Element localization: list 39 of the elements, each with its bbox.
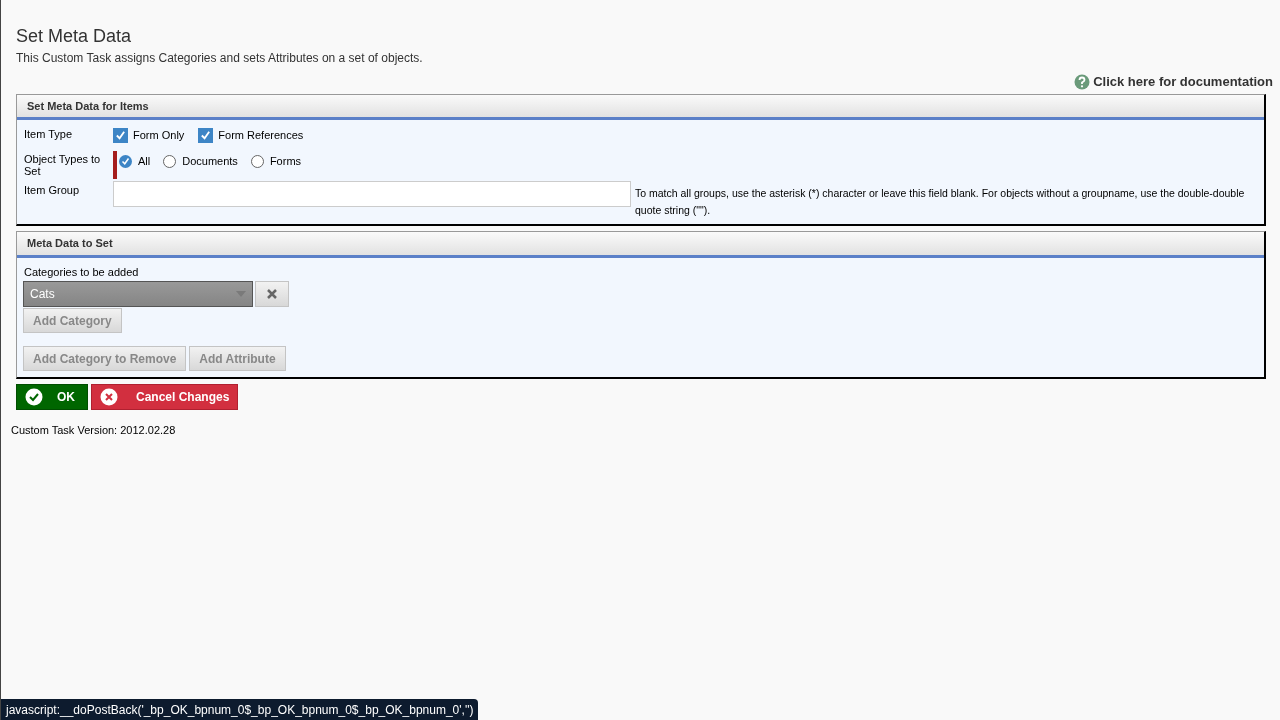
- version-text: Custom Task Version: 2012.02.28: [11, 423, 177, 438]
- help-icon: [1074, 73, 1091, 90]
- page-title: Set Meta Data: [16, 26, 133, 46]
- checked-checkbox[interactable]: [198, 127, 214, 143]
- checkbox-label: Form Only: [133, 128, 185, 143]
- status-bar: javascript:__doPostBack('_bp_OK_bpnum_0$_bp_OK_bpnum_0$_bp_OK_bpnum_0',''): [1, 699, 479, 720]
- dropdown-arrow-icon: [236, 291, 246, 297]
- field-label: Object Types to Set: [24, 152, 102, 179]
- field-label: Item Group: [24, 183, 81, 198]
- category-dropdown[interactable]: Cats: [23, 281, 253, 307]
- selected-radio[interactable]: [119, 154, 132, 168]
- field-label: Categories to be added: [24, 264, 140, 280]
- documentation-link[interactable]: Click here for documentation: [1074, 72, 1273, 92]
- checkmark-icon: [115, 129, 126, 141]
- remove-category-button[interactable]: [255, 281, 289, 307]
- cancel-button[interactable]: Cancel Changes: [91, 384, 238, 410]
- checkmark-icon: [25, 388, 43, 406]
- radio-label: Documents: [182, 154, 238, 169]
- action-button[interactable]: Add Category to Remove: [23, 346, 187, 371]
- close-icon: [267, 289, 277, 299]
- add-category-button[interactable]: Add Category: [23, 308, 122, 333]
- checkmark-icon: [121, 156, 130, 166]
- panel-header: Set Meta Data for Items: [17, 94, 1264, 120]
- checked-checkbox[interactable]: [113, 127, 128, 143]
- radio[interactable]: [163, 154, 177, 168]
- action-button[interactable]: Add Attribute: [189, 346, 286, 371]
- item-group-hint: To match all groups, use the asterisk (*) character or leave this field blank. For objects without a groupname, use the double-double quote string ("").: [635, 186, 1246, 218]
- radio[interactable]: [250, 154, 264, 168]
- item-group-field[interactable]: [113, 181, 631, 207]
- radio-label: All: [138, 154, 151, 169]
- required-marker: [113, 151, 117, 179]
- panel-header: Meta Data to Set: [17, 232, 1264, 258]
- radio-label: Forms: [269, 154, 302, 169]
- page-subtitle: This Custom Task assigns Categories and sets Attributes on a set of objects.: [16, 50, 424, 67]
- checkmark-icon: [200, 129, 212, 141]
- field-label: Item Type: [24, 127, 74, 142]
- close-icon: [100, 388, 118, 406]
- checkbox-label: Form References: [218, 128, 304, 143]
- ok-button[interactable]: OK: [16, 384, 88, 410]
